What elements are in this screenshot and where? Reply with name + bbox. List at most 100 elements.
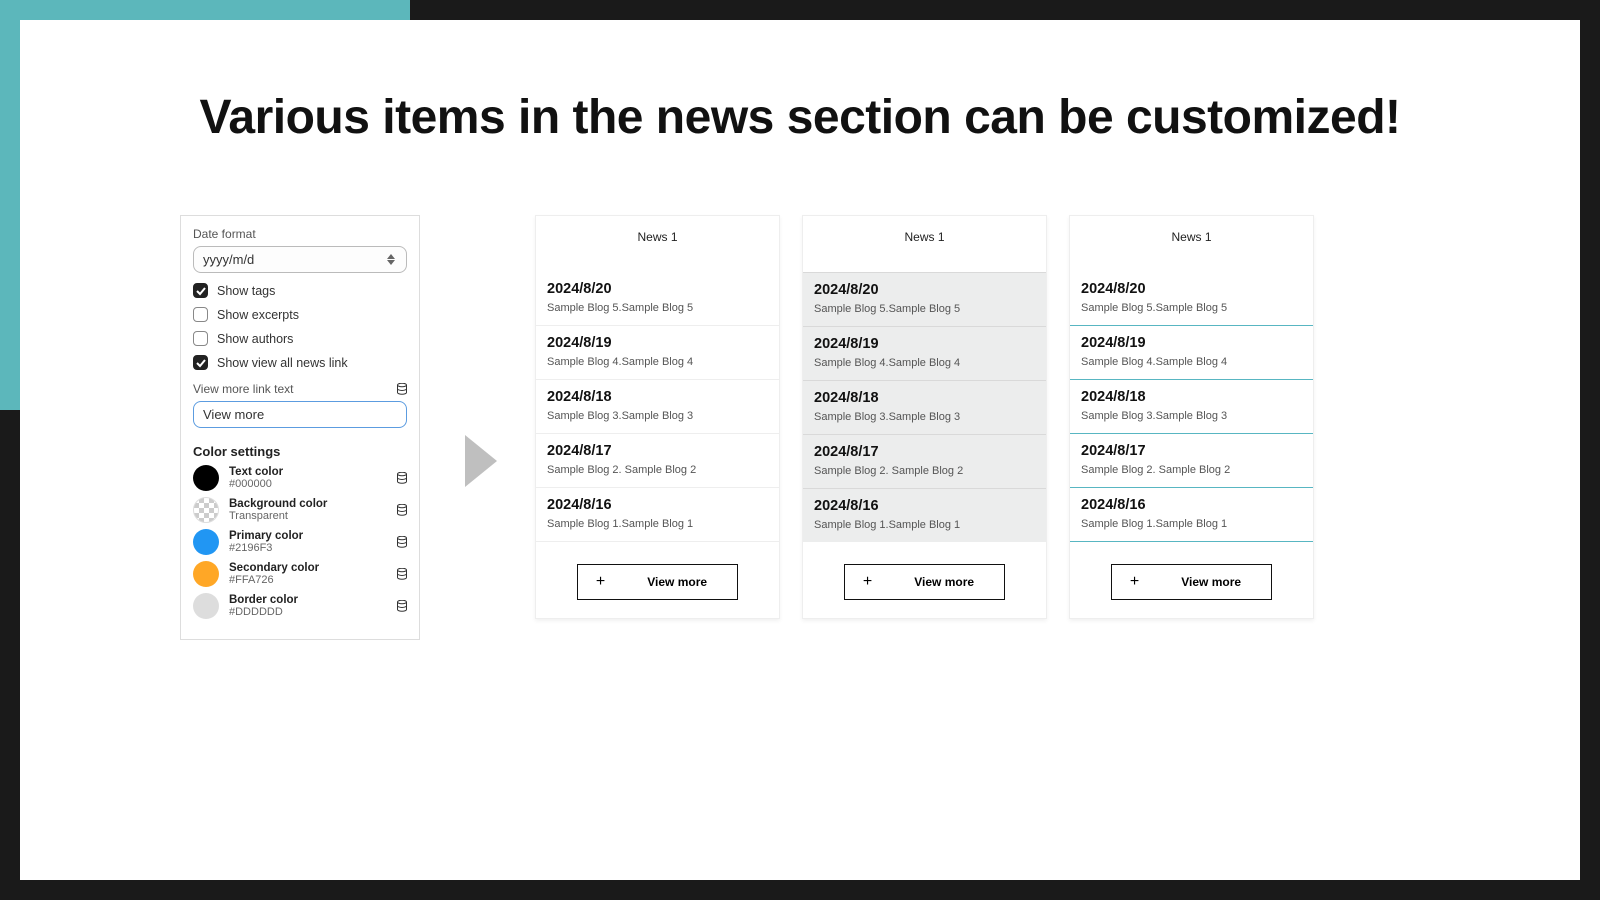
entry-date: 2024/8/18 xyxy=(547,389,768,405)
show-authors-checkbox[interactable]: Show authors xyxy=(193,331,407,346)
preview-card-c: News 1 2024/8/20Sample Blog 5.Sample Blo… xyxy=(1069,215,1314,619)
show-tags-label: Show tags xyxy=(217,284,275,298)
border-color-name: Border color xyxy=(229,594,387,606)
color-settings-heading: Color settings xyxy=(193,444,407,459)
entry-date: 2024/8/17 xyxy=(1081,443,1302,459)
secondary-color-name: Secondary color xyxy=(229,562,387,574)
arrow-right-icon xyxy=(465,435,497,487)
news-entry[interactable]: 2024/8/17 Sample Blog 2. Sample Blog 2 xyxy=(1070,434,1313,488)
text-color-row[interactable]: Text color #000000 xyxy=(193,465,407,491)
view-more-button[interactable]: + View more xyxy=(844,564,1005,600)
background-color-value: Transparent xyxy=(229,510,387,522)
database-icon[interactable] xyxy=(397,536,407,548)
plus-icon: + xyxy=(596,574,605,590)
primary-color-value: #2196F3 xyxy=(229,542,387,554)
entry-desc: Sample Blog 3.Sample Blog 3 xyxy=(547,410,768,422)
news-entry[interactable]: 2024/8/18 Sample Blog 3.Sample Blog 3 xyxy=(1070,380,1313,434)
view-more-button[interactable]: + View more xyxy=(1111,564,1272,600)
entry-date: 2024/8/16 xyxy=(814,498,1035,514)
show-view-all-label: Show view all news link xyxy=(217,356,348,370)
secondary-color-row[interactable]: Secondary color #FFA726 xyxy=(193,561,407,587)
news-entry[interactable]: 2024/8/19 Sample Blog 4.Sample Blog 4 xyxy=(536,326,779,380)
news-entry[interactable]: 2024/8/18Sample Blog 3.Sample Blog 3 xyxy=(803,380,1046,434)
entry-desc: Sample Blog 4.Sample Blog 4 xyxy=(547,356,768,368)
view-more-link-label: View more link text xyxy=(193,382,293,396)
news-entry[interactable]: 2024/8/16 Sample Blog 1.Sample Blog 1 xyxy=(1070,488,1313,542)
entry-desc: Sample Blog 5.Sample Blog 5 xyxy=(547,302,768,314)
entry-date: 2024/8/20 xyxy=(814,282,1035,298)
entry-desc: Sample Blog 3.Sample Blog 3 xyxy=(1081,410,1302,422)
news-entry[interactable]: 2024/8/18 Sample Blog 3.Sample Blog 3 xyxy=(536,380,779,434)
checkbox-unchecked-icon xyxy=(193,331,208,346)
entry-date: 2024/8/19 xyxy=(1081,335,1302,351)
show-view-all-checkbox[interactable]: Show view all news link xyxy=(193,355,407,370)
view-more-label: View more xyxy=(914,575,974,589)
entry-desc: Sample Blog 5.Sample Blog 5 xyxy=(814,303,1035,315)
view-more-label: View more xyxy=(1181,575,1241,589)
text-color-swatch xyxy=(193,465,219,491)
database-icon[interactable] xyxy=(397,568,407,580)
plus-icon: + xyxy=(1130,574,1139,590)
entry-date: 2024/8/19 xyxy=(814,336,1035,352)
preview-card-b: News 1 2024/8/20 Sample Blog 5.Sample Blo… xyxy=(802,215,1047,619)
primary-color-row[interactable]: Primary color #2196F3 xyxy=(193,529,407,555)
show-authors-label: Show authors xyxy=(217,332,293,346)
database-icon[interactable] xyxy=(397,383,407,395)
entry-desc: Sample Blog 2. Sample Blog 2 xyxy=(1081,464,1302,476)
date-format-label: Date format xyxy=(193,227,407,241)
entry-desc: Sample Blog 4.Sample Blog 4 xyxy=(1081,356,1302,368)
preview-title: News 1 xyxy=(803,216,1046,272)
view-more-link-input[interactable]: View more xyxy=(193,401,407,428)
entry-desc: Sample Blog 2. Sample Blog 2 xyxy=(814,465,1035,477)
show-excerpts-label: Show excerpts xyxy=(217,308,299,322)
entry-date: 2024/8/20 xyxy=(547,281,768,297)
settings-panel: Date format yyyy/m/d Show tags Show exce… xyxy=(180,215,420,640)
background-color-row[interactable]: Background color Transparent xyxy=(193,497,407,523)
date-format-value: yyyy/m/d xyxy=(203,252,254,267)
entry-desc: Sample Blog 1.Sample Blog 1 xyxy=(547,518,768,530)
preview-title: News 1 xyxy=(1070,216,1313,272)
secondary-color-swatch xyxy=(193,561,219,587)
primary-color-name: Primary color xyxy=(229,530,387,542)
news-entry[interactable]: 2024/8/20Sample Blog 5.Sample Blog 5 xyxy=(1070,272,1313,326)
primary-color-swatch xyxy=(193,529,219,555)
entry-date: 2024/8/20 xyxy=(1081,281,1302,297)
preview-card-a: News 1 2024/8/20 Sample Blog 5.Sample Blo… xyxy=(535,215,780,619)
entry-desc: Sample Blog 4.Sample Blog 4 xyxy=(814,357,1035,369)
news-entry[interactable]: 2024/8/16 Sample Blog 1.Sample Blog 1 xyxy=(803,488,1046,542)
date-format-select[interactable]: yyyy/m/d xyxy=(193,246,407,273)
background-color-swatch xyxy=(193,497,219,523)
entry-date: 2024/8/17 xyxy=(814,444,1035,460)
preview-title: News 1 xyxy=(536,216,779,272)
entry-date: 2024/8/18 xyxy=(1081,389,1302,405)
border-color-value: #DDDDDD xyxy=(229,606,387,618)
entry-desc: Sample Blog 2. Sample Blog 2 xyxy=(547,464,768,476)
database-icon[interactable] xyxy=(397,504,407,516)
checkbox-checked-icon xyxy=(193,355,208,370)
entry-date: 2024/8/16 xyxy=(1081,497,1302,513)
news-entry[interactable]: 2024/8/19 Sample Blog 4.Sample Blog 4 xyxy=(803,326,1046,380)
news-entry[interactable]: 2024/8/20 Sample Blog 5.Sample Blog 5 xyxy=(536,272,779,326)
entry-date: 2024/8/19 xyxy=(547,335,768,351)
news-entry[interactable]: 2024/8/19 Sample Blog 4.Sample Blog 4 xyxy=(1070,326,1313,380)
news-entry[interactable]: 2024/8/20 Sample Blog 5.Sample Blog 5 xyxy=(803,272,1046,326)
page-headline: Various items in the news section can be… xyxy=(20,90,1580,145)
news-entry[interactable]: 2024/8/16 Sample Blog 1.Sample Blog 1 xyxy=(536,488,779,542)
database-icon[interactable] xyxy=(397,600,407,612)
entry-desc: Sample Blog 1.Sample Blog 1 xyxy=(1081,518,1302,530)
news-entry[interactable]: 2024/8/17Sample Blog 2. Sample Blog 2 xyxy=(536,434,779,488)
entry-date: 2024/8/16 xyxy=(547,497,768,513)
border-color-swatch xyxy=(193,593,219,619)
database-icon[interactable] xyxy=(397,472,407,484)
border-color-row[interactable]: Border color #DDDDDD xyxy=(193,593,407,619)
news-entry[interactable]: 2024/8/17 Sample Blog 2. Sample Blog 2 xyxy=(803,434,1046,488)
plus-icon: + xyxy=(863,574,872,590)
entry-desc: Sample Blog 1.Sample Blog 1 xyxy=(814,519,1035,531)
view-more-button[interactable]: +View more xyxy=(577,564,738,600)
background-color-name: Background color xyxy=(229,498,387,510)
select-chevron-icon xyxy=(385,254,397,265)
entry-date: 2024/8/18 xyxy=(814,390,1035,406)
show-excerpts-checkbox[interactable]: Show excerpts xyxy=(193,307,407,322)
text-color-name: Text color xyxy=(229,466,387,478)
show-tags-checkbox[interactable]: Show tags xyxy=(193,283,407,298)
